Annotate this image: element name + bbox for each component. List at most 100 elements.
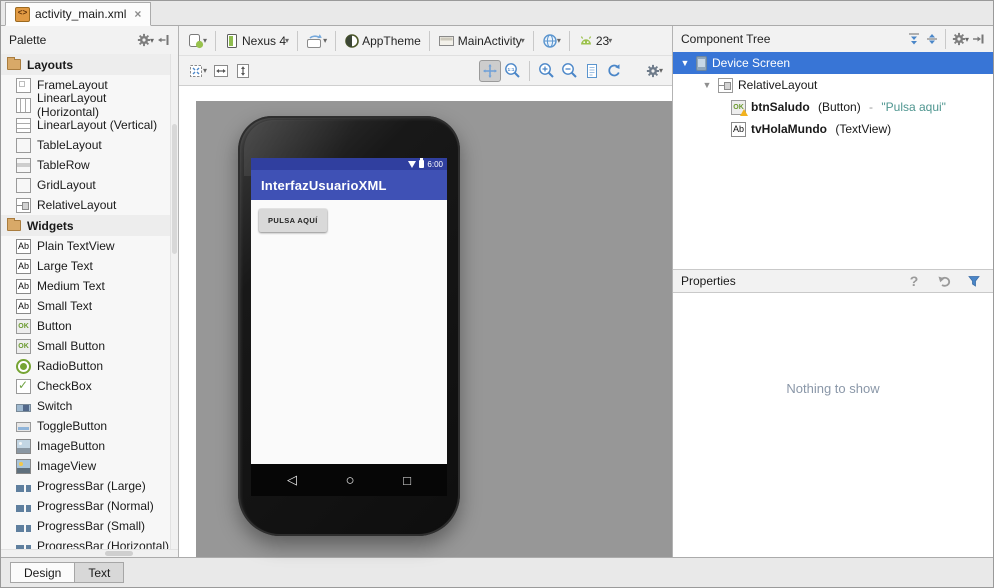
android-studio-designer: activity_main.xml × Palette ▾ Layouts Fra… — [0, 0, 994, 588]
palette-section-label: Widgets — [27, 218, 74, 233]
preview-button-pulsa-aqui[interactable]: PULSA AQUÍ — [259, 209, 327, 232]
tab-text[interactable]: Text — [74, 562, 125, 583]
palette-dock-icon[interactable] — [154, 31, 172, 49]
tab-design[interactable]: Design — [10, 562, 76, 583]
zoom-to-fit-button[interactable]: ▾ — [185, 61, 210, 81]
palette-item-linearlayout-vertical[interactable]: LinearLayout (Vertical) — [1, 115, 170, 135]
palette-item-plain-textview[interactable]: Plain TextView — [1, 236, 170, 256]
palette-item-label: ProgressBar (Normal) — [37, 499, 154, 513]
status-bar: 6:00 — [251, 158, 447, 170]
palette-item-large-text[interactable]: Large Text — [1, 256, 170, 276]
tab-label: activity_main.xml — [35, 7, 127, 21]
theme-selector-label: AppTheme — [362, 33, 421, 48]
palette-section-layouts[interactable]: Layouts — [1, 54, 170, 75]
palette-item-progressbar-large[interactable]: ProgressBar (Large) — [1, 476, 170, 496]
fit-height-button[interactable] — [232, 61, 254, 81]
tree-node-btnsaludo[interactable]: btnSaludo (Button) - "Pulsa aqui" — [673, 96, 993, 118]
palette-section-widgets[interactable]: Widgets — [1, 215, 170, 236]
theme-selector[interactable]: AppTheme — [341, 31, 424, 51]
right-panel: Component Tree ▾ ▼ Device Screen ▼ Relative… — [672, 26, 993, 557]
palette-list: Layouts FrameLayout LinearLayout (Horizont… — [1, 54, 178, 549]
filter-icon[interactable] — [965, 272, 983, 290]
palette-item-imagebutton[interactable]: ImageButton — [1, 436, 170, 456]
tree-node-device-screen[interactable]: ▼ Device Screen — [673, 52, 993, 74]
component-tree-list: ▼ Device Screen ▼ RelativeLayout btnSaludo (… — [673, 52, 993, 269]
palette-item-gridlayout[interactable]: GridLayout — [1, 175, 170, 195]
locale-selector[interactable]: ▾ — [539, 31, 564, 51]
orientation-selector[interactable]: ▾ — [303, 31, 330, 51]
hide-panel-icon[interactable] — [969, 30, 987, 48]
refresh-button[interactable] — [603, 61, 625, 81]
palette-item-checkbox[interactable]: CheckBox — [1, 376, 170, 396]
palette-vertical-scrollbar[interactable] — [170, 54, 178, 549]
palette-horizontal-scrollbar[interactable] — [1, 549, 178, 557]
close-tab-icon[interactable]: × — [134, 7, 141, 21]
palette-item-tablelayout[interactable]: TableLayout — [1, 135, 170, 155]
palette-item-radiobutton[interactable]: RadioButton — [1, 356, 170, 376]
layout-variant-icon — [189, 33, 204, 48]
tree-node-tvholamundo[interactable]: tvHolaMundo (TextView) — [673, 118, 993, 140]
device-selector[interactable]: Nexus 4 ▾ — [221, 31, 292, 51]
imageview-icon — [16, 458, 31, 474]
collapse-all-icon[interactable] — [923, 30, 941, 48]
actual-size-button[interactable]: 1:1 — [501, 60, 524, 81]
palette-item-small-button[interactable]: Small Button — [1, 336, 170, 356]
tree-node-relativelayout[interactable]: ▼ RelativeLayout — [673, 74, 993, 96]
preview-xml-button[interactable] — [581, 61, 603, 81]
palette-item-label: Button — [37, 319, 72, 333]
expander-icon[interactable]: ▼ — [679, 58, 691, 68]
dropdown-arrow-icon: ▾ — [520, 36, 525, 45]
api-level-selector[interactable]: 23 ▾ — [575, 31, 615, 51]
pan-zoom-button[interactable] — [478, 59, 501, 82]
zoom-out-button[interactable] — [558, 60, 581, 81]
palette-item-label: ProgressBar (Horizontal) — [37, 539, 170, 549]
navigation-bar: ◁ ○ □ — [251, 464, 447, 496]
palette-item-label: LinearLayout (Vertical) — [37, 118, 158, 132]
help-icon[interactable]: ? — [905, 272, 923, 290]
designer-settings-button[interactable]: ▾ — [643, 62, 666, 80]
palette-item-progressbar-horizontal[interactable]: ProgressBar (Horizontal) — [1, 536, 170, 549]
tree-node-type: (Button) — [814, 100, 861, 114]
palette-item-linearlayout-horizontal[interactable]: LinearLayout (Horizontal) — [1, 91, 170, 119]
textview-icon — [16, 238, 31, 254]
globe-icon — [543, 33, 557, 48]
palette-title: Palette — [9, 33, 47, 47]
palette-item-tablerow[interactable]: TableRow — [1, 155, 170, 175]
relativelayout-icon — [718, 77, 733, 93]
refresh-icon — [608, 63, 620, 76]
checkbox-icon — [16, 378, 31, 394]
palette-item-imageview[interactable]: ImageView — [1, 456, 170, 476]
button-icon — [16, 338, 31, 354]
tab-activity-main-xml[interactable]: activity_main.xml × — [5, 2, 152, 26]
fit-width-button[interactable] — [210, 61, 232, 81]
layout-variant-button[interactable]: ▾ — [185, 31, 210, 51]
xml-file-icon — [15, 6, 30, 22]
palette-item-medium-text[interactable]: Medium Text — [1, 276, 170, 296]
status-time: 6:00 — [427, 159, 443, 169]
zoom-toolbar: ▾ 1:1 ▾ — [179, 56, 672, 86]
palette-item-switch[interactable]: Switch — [1, 396, 170, 416]
palette-item-progressbar-normal[interactable]: ProgressBar (Normal) — [1, 496, 170, 516]
nav-home-icon: ○ — [345, 471, 355, 489]
zoom-in-button[interactable] — [535, 60, 558, 81]
theme-icon — [345, 33, 359, 48]
progressbar-icon — [16, 484, 31, 492]
expand-all-icon[interactable] — [905, 30, 923, 48]
activity-selector[interactable]: MainActivity ▾ — [435, 31, 528, 51]
palette-item-progressbar-small[interactable]: ProgressBar (Small) — [1, 516, 170, 536]
design-canvas: 6:00 InterfazUsuarioXML PULSA AQUÍ ◁ ○ □ — [179, 86, 672, 557]
palette-item-label: ProgressBar (Large) — [37, 479, 146, 493]
relativelayout-icon — [16, 197, 31, 213]
device-preview[interactable]: 6:00 InterfazUsuarioXML PULSA AQUÍ ◁ ○ □ — [238, 116, 460, 536]
revert-icon[interactable] — [935, 272, 953, 290]
expander-icon[interactable]: ▼ — [701, 80, 713, 90]
device-screen-preview[interactable]: 6:00 InterfazUsuarioXML PULSA AQUÍ ◁ ○ □ — [251, 158, 447, 496]
palette-item-small-text[interactable]: Small Text — [1, 296, 170, 316]
palette-item-relativelayout[interactable]: RelativeLayout — [1, 195, 170, 215]
design-surface[interactable]: 6:00 InterfazUsuarioXML PULSA AQUÍ ◁ ○ □ — [196, 101, 672, 557]
framelayout-icon — [16, 77, 31, 93]
android-api-icon — [580, 35, 591, 44]
palette-item-button[interactable]: Button — [1, 316, 170, 336]
palette-item-togglebutton[interactable]: ToggleButton — [1, 416, 170, 436]
palette-item-label: ProgressBar (Small) — [37, 519, 146, 533]
